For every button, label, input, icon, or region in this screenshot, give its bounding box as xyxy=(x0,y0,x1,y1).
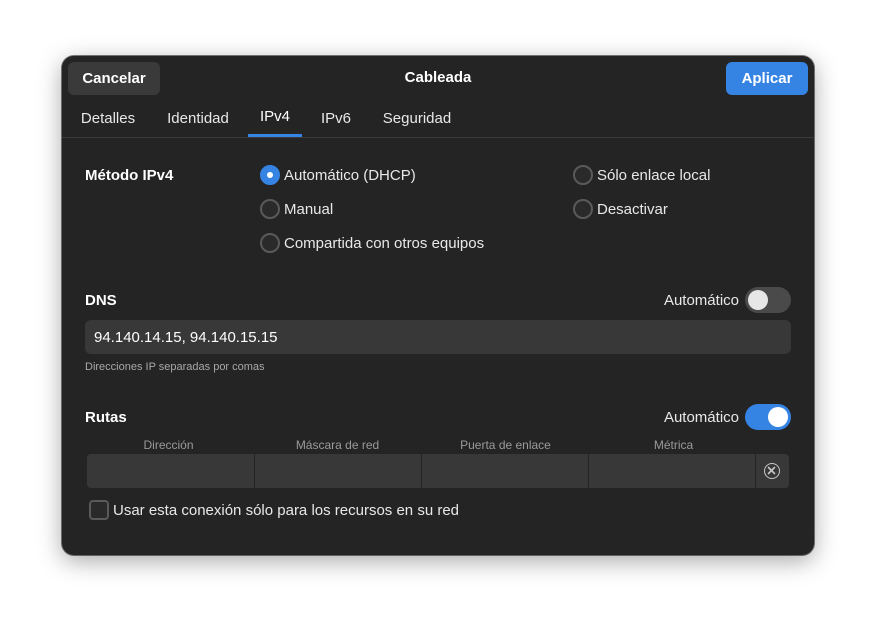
route-row xyxy=(87,454,789,488)
dns-auto-switch[interactable] xyxy=(745,287,791,313)
routes-auto-row: Automático xyxy=(664,404,791,430)
column-header-metric: Métrica xyxy=(653,438,694,452)
route-metric-input[interactable] xyxy=(589,454,756,488)
dns-label: DNS xyxy=(85,292,117,309)
route-gateway-input[interactable] xyxy=(422,454,589,488)
radio-automatic-dhcp[interactable]: Automático (DHCP) xyxy=(260,165,416,185)
route-address-input[interactable] xyxy=(87,454,255,488)
routes-label: Rutas xyxy=(85,409,127,426)
tab-identidad[interactable]: Identidad xyxy=(162,99,234,137)
radio-unchecked-icon xyxy=(573,199,593,219)
switch-knob xyxy=(748,290,768,310)
routes-auto-label: Automático xyxy=(663,408,739,426)
dns-hint: Direcciones IP separadas por comas xyxy=(85,361,265,373)
dns-auto-row: Automático xyxy=(664,287,791,313)
radio-shared[interactable]: Compartida con otros equipos xyxy=(260,233,484,253)
tab-detalles[interactable]: Detalles xyxy=(76,99,140,137)
switch-knob xyxy=(768,407,788,427)
header-bar: Cancelar Cableada Aplicar xyxy=(62,56,814,99)
tab-bar: Detalles Identidad IPv4 IPv6 Seguridad xyxy=(62,99,814,138)
radio-manual[interactable]: Manual xyxy=(260,199,333,219)
dns-input[interactable]: 94.140.14.15, 94.140.15.15 xyxy=(85,320,791,354)
radio-unchecked-icon xyxy=(260,199,280,219)
radio-label: Sólo enlace local xyxy=(597,166,711,184)
column-header-netmask: Máscara de red xyxy=(295,438,380,452)
routes-auto-switch[interactable] xyxy=(745,404,791,430)
ipv4-method-label: Método IPv4 xyxy=(85,167,174,184)
column-header-address: Dirección xyxy=(143,438,194,452)
only-local-resources-checkbox[interactable]: Usar esta conexión sólo para los recurso… xyxy=(89,500,459,520)
network-settings-dialog: Cancelar Cableada Aplicar Detalles Ident… xyxy=(62,56,814,555)
dialog-title: Cableada xyxy=(404,69,472,86)
dns-auto-label: Automático xyxy=(663,291,739,309)
radio-unchecked-icon xyxy=(573,165,593,185)
radio-unchecked-icon xyxy=(260,233,280,253)
only-local-resources-label: Usar esta conexión sólo para los recurso… xyxy=(113,501,460,519)
column-header-gateway: Puerta de enlace xyxy=(460,438,551,452)
route-netmask-input[interactable] xyxy=(255,454,422,488)
delete-route-icon[interactable] xyxy=(764,463,780,479)
tab-ipv6[interactable]: IPv6 xyxy=(317,99,355,137)
tab-ipv4[interactable]: IPv4 xyxy=(248,99,302,137)
apply-button[interactable]: Aplicar xyxy=(726,62,808,95)
x-mark-icon xyxy=(767,466,776,475)
tab-seguridad[interactable]: Seguridad xyxy=(380,99,454,137)
radio-label: Compartida con otros equipos xyxy=(284,234,485,252)
radio-disable[interactable]: Desactivar xyxy=(573,199,668,219)
checkbox-unchecked-icon xyxy=(89,500,109,520)
radio-link-local[interactable]: Sólo enlace local xyxy=(573,165,710,185)
radio-checked-icon xyxy=(260,165,280,185)
radio-label: Desactivar xyxy=(597,200,668,218)
radio-label: Manual xyxy=(284,200,334,218)
radio-label: Automático (DHCP) xyxy=(284,166,416,184)
